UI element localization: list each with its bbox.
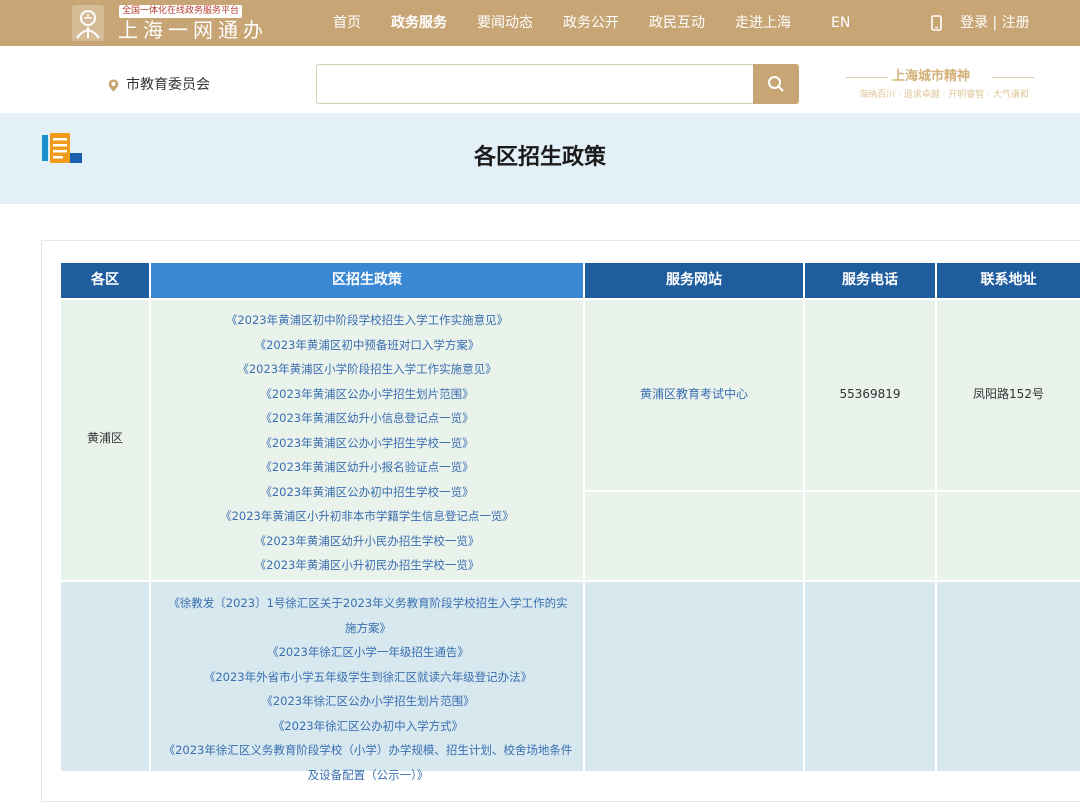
- district-name: 黄浦区: [86, 431, 123, 445]
- policy-link[interactable]: 《2023年黄浦区初中预备班对口入学方案》: [151, 333, 583, 358]
- website-cell-empty: [585, 492, 803, 580]
- policy-link[interactable]: 《徐教发〔2023〕1号徐汇区关于2023年义务教育阶段学校招生入学工作的实施方…: [163, 591, 573, 640]
- website-cell: [585, 582, 803, 771]
- district-cell: 黄浦区: [61, 300, 149, 580]
- column-header-policies: 区招生政策: [151, 263, 583, 298]
- policy-link[interactable]: 《2023年黄浦区公办初中招生学校一览》: [151, 480, 583, 505]
- column-header-website: 服务网站: [585, 263, 803, 298]
- policy-link[interactable]: 《2023年黄浦区小学阶段招生入学工作实施意见》: [151, 357, 583, 382]
- top-nav-bar: 全国一体化在线政务服务平台 上海一网通办 首页 政务服务 要闻动态 政务公开 政…: [0, 0, 1080, 46]
- site-logo-text[interactable]: 上海一网通办: [118, 17, 268, 43]
- slogan-subtitle: 海纳百川 · 追求卓越 · 开明睿智 · 大气谦和: [859, 90, 1029, 100]
- policy-link[interactable]: 《2023年黄浦区初中阶段学校招生入学工作实施意见》: [151, 308, 583, 333]
- search-input[interactable]: [316, 64, 753, 104]
- current-department[interactable]: 市教育委员会: [126, 75, 210, 95]
- location-pin-icon: [108, 79, 119, 92]
- search-button[interactable]: [753, 64, 799, 104]
- phone-cell: 55369819: [805, 300, 935, 490]
- policy-link[interactable]: 《2023年外省市小学五年级学生到徐汇区就读六年级登记办法》: [163, 665, 573, 690]
- district-cell: [61, 582, 149, 771]
- policy-link[interactable]: 《2023年徐汇区小学一年级招生通告》: [163, 640, 573, 665]
- divider: [992, 77, 1034, 78]
- mobile-phone-icon[interactable]: [931, 15, 942, 31]
- policy-list: 《2023年黄浦区初中阶段学校招生入学工作实施意见》 《2023年黄浦区初中预备…: [151, 308, 583, 578]
- policy-link[interactable]: 《2023年黄浦区幼升小信息登记点一览》: [151, 406, 583, 431]
- policy-link[interactable]: 《2023年黄浦区幼升小民办招生学校一览》: [151, 529, 583, 554]
- phone-cell: [805, 582, 935, 771]
- policy-link[interactable]: 《2023年徐汇区义务教育阶段学校（小学）办学规模、招生计划、校舍场地条件及设备…: [163, 738, 573, 787]
- page-banner: 各区招生政策: [0, 113, 1080, 204]
- website-cell: 黄浦区教育考试中心: [585, 300, 803, 490]
- column-header-district: 各区: [61, 263, 149, 298]
- address-cell: [937, 582, 1080, 771]
- service-phone: 55369819: [839, 387, 901, 401]
- search-icon: [768, 76, 784, 92]
- policy-link[interactable]: 《2023年徐汇区公办初中入学方式》: [163, 714, 573, 739]
- city-emblem-icon[interactable]: [72, 5, 104, 41]
- login-register-link[interactable]: 登录 | 注册: [960, 0, 1030, 46]
- nav-home[interactable]: 首页: [333, 0, 361, 46]
- nav-interaction[interactable]: 政民互动: [649, 0, 705, 46]
- address-cell-empty: [937, 492, 1080, 580]
- phone-cell-empty: [805, 492, 935, 580]
- policy-link[interactable]: 《2023年黄浦区小升初非本市学籍学生信息登记点一览》: [151, 504, 583, 529]
- policy-link[interactable]: 《2023年黄浦区小升初民办招生学校一览》: [151, 553, 583, 578]
- nav-english[interactable]: EN: [831, 0, 850, 46]
- address-cell: 凤阳路152号: [937, 300, 1080, 490]
- nav-gov-open[interactable]: 政务公开: [563, 0, 619, 46]
- policy-link[interactable]: 《2023年黄浦区幼升小报名验证点一览》: [151, 455, 583, 480]
- column-header-phone: 服务电话: [805, 263, 935, 298]
- policy-link[interactable]: 《2023年黄浦区公办小学招生划片范围》: [151, 382, 583, 407]
- city-spirit-slogan: 上海城市精神 海纳百川 · 追求卓越 · 开明睿智 · 大气谦和: [826, 68, 1066, 108]
- nav-news[interactable]: 要闻动态: [477, 0, 533, 46]
- contact-address: 凤阳路152号: [973, 387, 1044, 401]
- policy-link[interactable]: 《2023年徐汇区公办小学招生划片范围》: [163, 689, 573, 714]
- service-website-link[interactable]: 黄浦区教育考试中心: [585, 386, 803, 402]
- policy-link[interactable]: 《2023年黄浦区公办小学招生学校一览》: [151, 431, 583, 456]
- policy-list: 《徐教发〔2023〕1号徐汇区关于2023年义务教育阶段学校招生入学工作的实施方…: [163, 591, 573, 787]
- nav-gov-services[interactable]: 政务服务: [391, 0, 447, 46]
- page-title: 各区招生政策: [473, 145, 606, 170]
- column-header-address: 联系地址: [937, 263, 1080, 298]
- nav-about-shanghai[interactable]: 走进上海: [735, 0, 791, 46]
